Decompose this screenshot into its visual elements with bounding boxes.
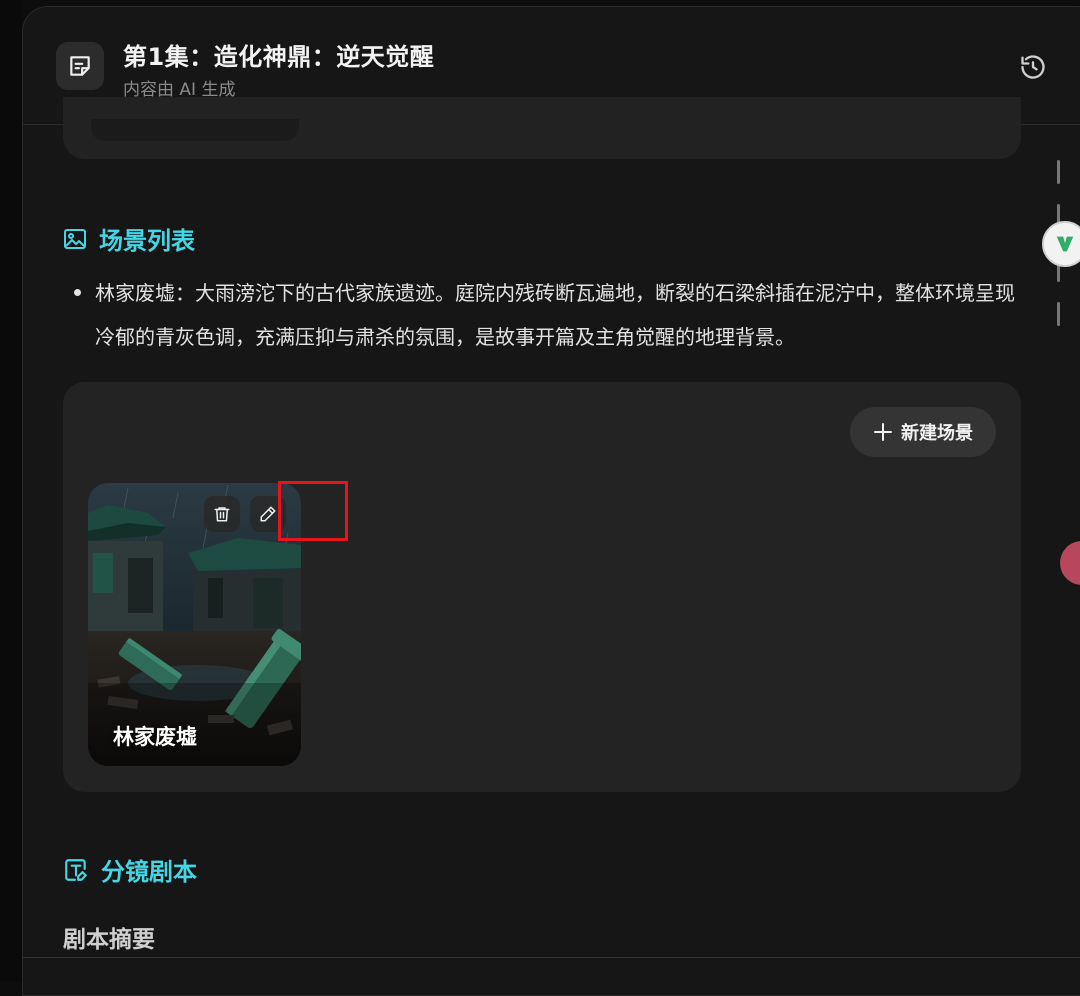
previous-section-card	[63, 97, 1021, 159]
scene-description: 林家废墟：大雨滂沱下的古代家族遗迹。庭院内残砖断瓦遍地，断裂的石梁斜插在泥泞中，…	[95, 281, 1015, 349]
plus-icon	[874, 423, 892, 441]
assistant-logo-icon	[1056, 236, 1074, 252]
assistant-float-button[interactable]	[1042, 221, 1080, 267]
script-summary-heading: 剧本摘要	[63, 927, 155, 953]
scene-list-title: 场景列表	[99, 227, 195, 255]
script-edit-icon	[65, 858, 87, 881]
minimap-tick	[1057, 302, 1060, 326]
divider	[23, 957, 1080, 958]
scene-gallery-card: 新建场景 林家废墟	[63, 382, 1021, 792]
content-panel: 第1集：造化神鼎：逆天觉醒 内容由 AI 生成 场景列表 林家废墟：大雨滂沱下的…	[22, 6, 1080, 996]
bullet-dot	[74, 289, 81, 296]
minimap-tick	[1057, 160, 1060, 184]
window-edge	[0, 0, 22, 982]
scene-name: 林家废墟	[113, 725, 197, 749]
page-title: 第1集：造化神鼎：逆天觉醒	[123, 43, 435, 71]
previous-card-pill	[91, 119, 299, 141]
storyboard-title: 分镜剧本	[101, 858, 197, 886]
scene-list-heading: 场景列表	[63, 221, 195, 256]
new-scene-button[interactable]: 新建场景	[850, 407, 996, 457]
trash-icon	[214, 507, 230, 522]
pencil-icon	[260, 506, 276, 522]
document-icon	[56, 42, 104, 90]
scene-thumbnail[interactable]: 林家废墟	[88, 483, 301, 766]
edit-scene-button[interactable]	[250, 496, 286, 532]
history-icon[interactable]	[1018, 52, 1048, 82]
image-icon	[64, 228, 86, 249]
new-scene-label: 新建场景	[901, 423, 973, 444]
delete-scene-button[interactable]	[204, 496, 240, 532]
storyboard-heading: 分镜剧本	[63, 852, 197, 887]
